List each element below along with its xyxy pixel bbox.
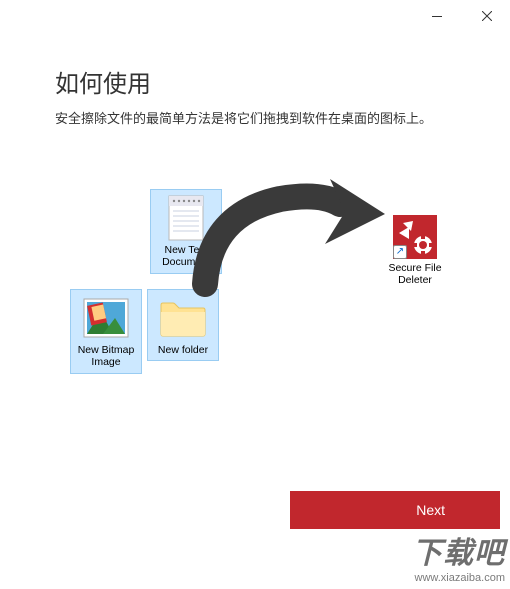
- titlebar: [0, 0, 510, 32]
- watermark-url: www.xiazaiba.com: [412, 572, 505, 584]
- file-new-folder: New folder: [147, 289, 219, 362]
- file-label: New folder: [150, 344, 216, 357]
- minimize-button[interactable]: [422, 4, 452, 28]
- page-description: 安全擦除文件的最简单方法是将它们拖拽到软件在桌面的图标上。: [55, 109, 460, 129]
- text-document-icon: [162, 194, 210, 242]
- file-text-document: New Text Document: [150, 189, 222, 274]
- next-button-label: Next: [416, 502, 445, 518]
- illustration: New Text Document New Bitmap Image: [55, 189, 460, 429]
- shortcut-overlay-icon: ↗: [393, 245, 407, 259]
- file-label: New Bitmap Image: [73, 344, 139, 369]
- file-label: New Text Document: [153, 244, 219, 269]
- watermark: 下载吧 www.xiazaiba.com: [412, 528, 505, 584]
- bitmap-icon: [82, 294, 130, 342]
- content-area: 如何使用 安全擦除文件的最简单方法是将它们拖拽到软件在桌面的图标上。 New T…: [0, 32, 510, 429]
- file-bitmap-image: New Bitmap Image: [70, 289, 142, 374]
- destination-label: Secure File Deleter: [380, 262, 450, 287]
- destination-app: ↗ Secure File Deleter: [380, 215, 450, 287]
- close-icon: [482, 11, 492, 21]
- page-title: 如何使用: [55, 64, 460, 99]
- minimize-icon: [432, 16, 442, 17]
- watermark-text: 下载吧: [412, 528, 505, 572]
- close-button[interactable]: [472, 4, 502, 28]
- app-icon: ↗: [393, 215, 437, 259]
- next-button[interactable]: Next: [290, 491, 500, 529]
- folder-icon: [159, 294, 207, 342]
